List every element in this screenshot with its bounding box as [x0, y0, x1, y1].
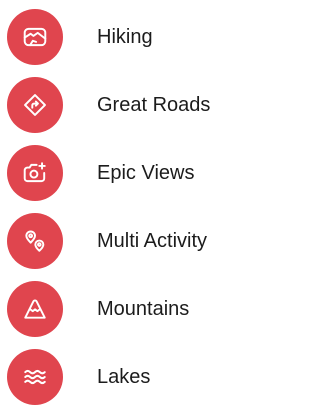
category-item-great-roads[interactable]: Great Roads [0, 77, 257, 133]
category-label: Epic Views [97, 162, 195, 184]
category-item-hiking[interactable]: Hiking [0, 9, 257, 65]
hiking-icon [23, 27, 47, 47]
category-item-multi-activity[interactable]: Multi Activity [0, 213, 257, 269]
route-icon [24, 94, 46, 116]
multi-location-icon [25, 230, 45, 252]
mountain-icon [24, 299, 46, 319]
category-icon-badge [7, 281, 63, 337]
category-list: Hiking Great Roads Epic Views Multi Acti… [0, 0, 257, 414]
category-label: Hiking [97, 26, 153, 48]
waves-icon [24, 369, 46, 385]
category-label: Multi Activity [97, 230, 208, 252]
category-icon-badge [7, 9, 63, 65]
category-icon-badge [7, 213, 63, 269]
camera-icon [23, 162, 46, 183]
category-label: Lakes [97, 366, 151, 388]
category-icon-badge [7, 145, 63, 201]
category-icon-badge [7, 77, 63, 133]
category-label: Mountains [97, 298, 190, 320]
category-item-lakes[interactable]: Lakes [0, 349, 257, 405]
category-item-epic-views[interactable]: Epic Views [0, 145, 257, 201]
category-label: Great Roads [97, 94, 211, 116]
category-icon-badge [7, 349, 63, 405]
category-item-mountains[interactable]: Mountains [0, 281, 257, 337]
